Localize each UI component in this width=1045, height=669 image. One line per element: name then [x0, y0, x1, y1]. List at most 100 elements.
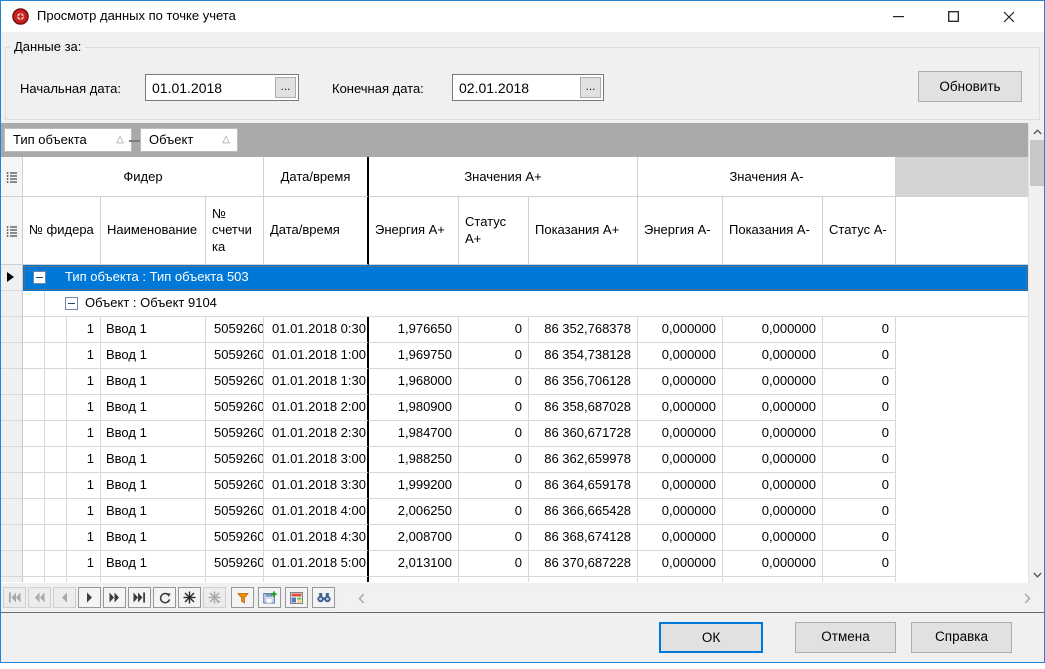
sort-asc-icon[interactable]: △: [222, 134, 230, 145]
cell-name[interactable]: Ввод 1: [101, 551, 206, 577]
cell-datetime[interactable]: 01.01.2018 5:00: [264, 551, 369, 577]
cell-status-am[interactable]: 0: [823, 343, 896, 369]
cell-status-ap[interactable]: 0: [459, 395, 529, 421]
col-energy-ap[interactable]: Энергия A+: [369, 197, 459, 265]
cell-energy-am[interactable]: 0,000000: [638, 343, 723, 369]
prior-page-button[interactable]: [28, 587, 51, 608]
cell-datetime[interactable]: 01.01.2018 1:00: [264, 343, 369, 369]
cell-status-am[interactable]: 0: [823, 369, 896, 395]
filter-button[interactable]: [231, 587, 254, 608]
cell-energy-am[interactable]: 0,000000: [638, 421, 723, 447]
vertical-scrollbar[interactable]: [1028, 123, 1044, 583]
cell-feeder-no[interactable]: 1: [67, 447, 101, 473]
band-datetime[interactable]: Дата/время: [264, 157, 369, 197]
cell-counter-no[interactable]: 5059260: [206, 499, 264, 525]
group-by-object[interactable]: Объект △: [140, 128, 238, 152]
cell-readings-ap[interactable]: 86 356,706128: [529, 369, 638, 395]
cell-readings-ap[interactable]: 86 366,665428: [529, 499, 638, 525]
cell-feeder-no[interactable]: 1: [67, 395, 101, 421]
layout-button[interactable]: [285, 587, 308, 608]
next-page-button[interactable]: [103, 587, 126, 608]
horizontal-scrollbar[interactable]: [338, 585, 1044, 611]
cell-datetime[interactable]: 01.01.2018 0:30: [264, 317, 369, 343]
cell-energy-ap[interactable]: 1,968000: [369, 369, 459, 395]
cell-status-am[interactable]: 0: [823, 395, 896, 421]
scroll-down-button[interactable]: [1029, 566, 1045, 583]
end-date-picker-button[interactable]: ...: [580, 77, 601, 98]
cell-energy-ap[interactable]: 1,984700: [369, 421, 459, 447]
cell-counter-no[interactable]: 5059260: [206, 525, 264, 551]
cell-feeder-no[interactable]: 1: [67, 551, 101, 577]
col-datetime[interactable]: Дата/время: [264, 197, 369, 265]
cell-counter-no[interactable]: 5059260: [206, 473, 264, 499]
cell-energy-ap[interactable]: 2,013100: [369, 551, 459, 577]
cell-energy-ap[interactable]: 1,969750: [369, 343, 459, 369]
cell-readings-am[interactable]: 0,000000: [723, 343, 823, 369]
table-row[interactable]: 1 Ввод 1 5059260 01.01.2018 3:30 1,99920…: [1, 473, 1028, 499]
cell-readings-am[interactable]: 0,000000: [723, 499, 823, 525]
group-by-object-type[interactable]: Тип объекта △: [4, 128, 132, 152]
cell-readings-ap[interactable]: 86 358,687028: [529, 395, 638, 421]
group-row-object[interactable]: Объект : Объект 9104: [1, 291, 1028, 317]
cell-readings-am[interactable]: 0,000000: [723, 473, 823, 499]
cell-datetime[interactable]: 01.01.2018 3:30: [264, 473, 369, 499]
cell-counter-no[interactable]: 5059260: [206, 317, 264, 343]
cell-energy-ap[interactable]: 1,980900: [369, 395, 459, 421]
cell-name[interactable]: Ввод 1: [101, 447, 206, 473]
cell-status-ap[interactable]: 0: [459, 317, 529, 343]
cell-readings-ap[interactable]: 86 360,671728: [529, 421, 638, 447]
cell-energy-ap[interactable]: 2,006250: [369, 499, 459, 525]
cell-energy-am[interactable]: 0,000000: [638, 525, 723, 551]
col-status-ap[interactable]: Статус A+: [459, 197, 529, 265]
col-name[interactable]: Наименование: [101, 197, 206, 265]
fetch-all-button[interactable]: [178, 587, 201, 608]
cell-counter-no[interactable]: 5059260: [206, 343, 264, 369]
cell-status-ap[interactable]: 0: [459, 447, 529, 473]
table-row[interactable]: 1 Ввод 1 5059260 01.01.2018 1:30 1,96800…: [1, 369, 1028, 395]
cell-name[interactable]: Ввод 1: [101, 395, 206, 421]
col-readings-am[interactable]: Показания A-: [723, 197, 823, 265]
table-row[interactable]: 1 Ввод 1 5059260 01.01.2018 2:30 1,98470…: [1, 421, 1028, 447]
first-record-button[interactable]: [3, 587, 26, 608]
cell-status-am[interactable]: 0: [823, 473, 896, 499]
table-row[interactable]: 1 Ввод 1 5059260 01.01.2018 1:00 1,96975…: [1, 343, 1028, 369]
table-row[interactable]: 1 Ввод 1 5059260 01.01.2018 5:00 2,01310…: [1, 551, 1028, 577]
cell-feeder-no[interactable]: 1: [67, 317, 101, 343]
cancel-fetch-button[interactable]: [203, 587, 226, 608]
cell-feeder-no[interactable]: 1: [67, 343, 101, 369]
cell-readings-am[interactable]: 0,000000: [723, 317, 823, 343]
titlebar[interactable]: Просмотр данных по точке учета: [1, 1, 1044, 32]
cell-readings-ap[interactable]: 86 368,674128: [529, 525, 638, 551]
last-record-button[interactable]: [128, 587, 151, 608]
table-row[interactable]: 1 Ввод 1 5059260 01.01.2018 2:00 1,98090…: [1, 395, 1028, 421]
scroll-up-button[interactable]: [1029, 123, 1045, 140]
cell-feeder-no[interactable]: 1: [67, 499, 101, 525]
cell-status-ap[interactable]: 0: [459, 499, 529, 525]
cell-feeder-no[interactable]: 1: [67, 525, 101, 551]
cell-energy-ap[interactable]: 1,988250: [369, 447, 459, 473]
cell-status-am[interactable]: 0: [823, 447, 896, 473]
band-feeder[interactable]: Фидер: [23, 157, 264, 197]
cell-energy-am[interactable]: 0,000000: [638, 317, 723, 343]
cell-counter-no[interactable]: 5059260: [206, 369, 264, 395]
cell-energy-am[interactable]: 0,000000: [638, 447, 723, 473]
cell-datetime[interactable]: 01.01.2018 4:30: [264, 525, 369, 551]
cell-energy-ap[interactable]: 1,976650: [369, 317, 459, 343]
export-button[interactable]: [258, 587, 281, 608]
minimize-button[interactable]: [876, 1, 921, 32]
cell-name[interactable]: Ввод 1: [101, 343, 206, 369]
cell-datetime[interactable]: 01.01.2018 1:30: [264, 369, 369, 395]
cell-status-am[interactable]: 0: [823, 421, 896, 447]
cell-counter-no[interactable]: 5059260: [206, 421, 264, 447]
band-values-ap[interactable]: Значения A+: [369, 157, 638, 197]
next-record-button[interactable]: [78, 587, 101, 608]
col-counter-no[interactable]: № счетчика: [206, 197, 264, 265]
table-row[interactable]: 1 Ввод 1 5059260 01.01.2018 4:00 2,00625…: [1, 499, 1028, 525]
cell-name[interactable]: Ввод 1: [101, 499, 206, 525]
cell-name[interactable]: Ввод 1: [101, 421, 206, 447]
refresh-button[interactable]: Обновить: [918, 71, 1022, 102]
table-row[interactable]: 1 Ввод 1 5059260 01.01.2018 0:30 1,97665…: [1, 317, 1028, 343]
cell-feeder-no[interactable]: 1: [67, 369, 101, 395]
cell-status-ap[interactable]: 0: [459, 525, 529, 551]
cell-status-am[interactable]: 0: [823, 525, 896, 551]
